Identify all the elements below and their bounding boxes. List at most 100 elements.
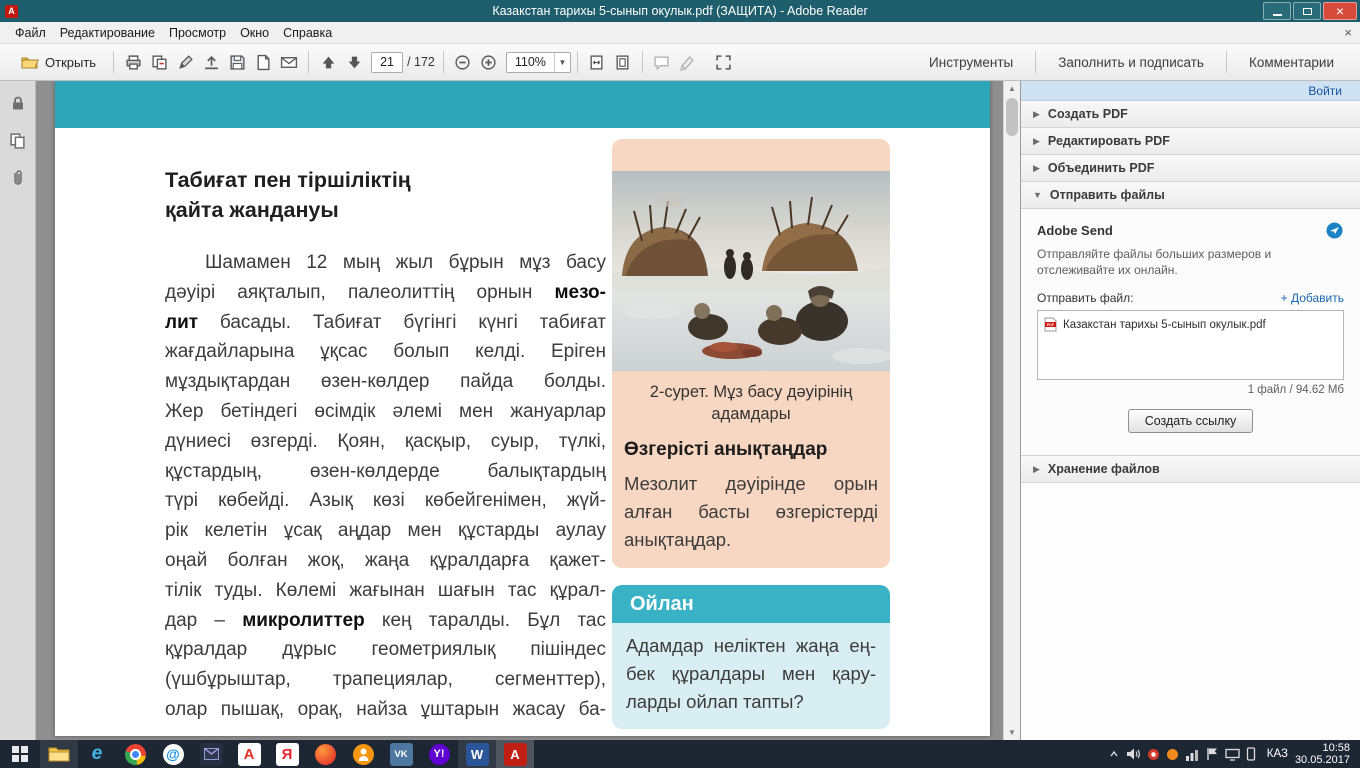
- arrow-down-icon: [346, 54, 363, 71]
- scroll-up-arrow[interactable]: ▲: [1004, 81, 1020, 96]
- taskbar-vk[interactable]: VK: [382, 740, 420, 768]
- taskbar-odnoklassniki[interactable]: [344, 740, 382, 768]
- adobe-send-title: Adobe Send: [1037, 223, 1113, 238]
- pen-icon: [177, 54, 194, 71]
- taskbar-mail-ru-agent[interactable]: @: [154, 740, 192, 768]
- acrobat-reader-icon: A: [504, 743, 527, 766]
- open-button[interactable]: Открыть: [10, 49, 107, 76]
- save-button[interactable]: [224, 49, 250, 76]
- document-icon: [255, 54, 272, 71]
- chevron-right-icon: ▶: [1033, 109, 1040, 120]
- highlighter-icon: [679, 54, 696, 71]
- previous-page-button[interactable]: [315, 49, 341, 76]
- section-send-files[interactable]: ▼ Отправить файлы: [1021, 182, 1360, 209]
- scroll-down-arrow[interactable]: ▼: [1004, 725, 1020, 740]
- zoom-level-value: 110%: [507, 55, 554, 69]
- fill-and-sign-button[interactable]: Заполнить и подписать: [1042, 49, 1220, 76]
- taskbar-amigo-browser[interactable]: А: [230, 740, 268, 768]
- taskbar-internet-explorer[interactable]: e: [78, 740, 116, 768]
- taskbar-opera[interactable]: [306, 740, 344, 768]
- file-list-item[interactable]: PDF Казакстан тарихы 5-сынып окулык.pdf: [1044, 317, 1337, 332]
- tools-button[interactable]: Инструменты: [913, 49, 1029, 76]
- volume-icon[interactable]: [1126, 747, 1141, 761]
- network-signal-icon[interactable]: [1185, 748, 1200, 761]
- close-button[interactable]: ×: [1323, 2, 1357, 20]
- taskbar-chrome[interactable]: [116, 740, 154, 768]
- attachments-button[interactable]: [250, 49, 276, 76]
- toolbar-separator: [1226, 51, 1227, 73]
- vertical-scrollbar[interactable]: ▲ ▼: [1003, 81, 1020, 740]
- taskbar-yahoo[interactable]: Y!: [420, 740, 458, 768]
- toolbar-separator: [308, 51, 309, 73]
- page-thumbnails-icon[interactable]: [9, 132, 26, 149]
- menu-view[interactable]: Просмотр: [162, 24, 233, 42]
- comments-button[interactable]: Комментарии: [1233, 49, 1350, 76]
- task-heading: Өзгерісті анықтаңдар: [624, 439, 878, 461]
- create-link-button[interactable]: Создать ссылку: [1128, 409, 1254, 433]
- menu-edit[interactable]: Редактирование: [53, 24, 162, 42]
- menubar-close-icon[interactable]: ×: [1344, 25, 1352, 40]
- page-total-label: / 172: [407, 55, 435, 69]
- sign-in-link[interactable]: Войти: [1308, 84, 1342, 98]
- action-center-flag-icon[interactable]: [1206, 747, 1219, 761]
- attachments-paperclip-icon[interactable]: [10, 169, 26, 187]
- menu-help[interactable]: Справка: [276, 24, 339, 42]
- email-button[interactable]: [276, 49, 302, 76]
- updater-tray-icon[interactable]: [1166, 748, 1179, 761]
- language-indicator[interactable]: КАЗ: [1260, 748, 1295, 760]
- taskbar-file-explorer[interactable]: [40, 740, 78, 768]
- zoom-out-button[interactable]: [450, 49, 476, 76]
- taskbar: e @ А Я VK Y! W A: [0, 740, 1360, 768]
- file-explorer-icon: [48, 745, 70, 763]
- section-label: Редактировать PDF: [1048, 134, 1170, 148]
- antivirus-tray-icon[interactable]: [1147, 748, 1160, 761]
- taskbar-mail-client[interactable]: [192, 740, 230, 768]
- section-combine-pdf[interactable]: ▶ Объединить PDF: [1021, 155, 1360, 182]
- zoom-level-select[interactable]: 110% ▼: [506, 52, 571, 73]
- taskbar-acrobat-reader[interactable]: A: [496, 740, 534, 768]
- chevron-down-icon[interactable]: ▼: [554, 53, 570, 72]
- section-create-pdf[interactable]: ▶ Создать PDF: [1021, 101, 1360, 128]
- zoom-in-button[interactable]: [476, 49, 502, 76]
- speech-bubble-icon: [653, 54, 670, 71]
- fit-page-button[interactable]: [610, 49, 636, 76]
- minimize-button[interactable]: [1263, 2, 1291, 20]
- section-edit-pdf[interactable]: ▶ Редактировать PDF: [1021, 128, 1360, 155]
- task-text: Мезолит дәуірінде орыналған басты өзгері…: [624, 470, 878, 554]
- section-label: Создать PDF: [1048, 107, 1128, 121]
- page-number-input[interactable]: [371, 52, 403, 73]
- sign-button[interactable]: [172, 49, 198, 76]
- window-title: Казакстан тарихы 5-сынып окулык.pdf (ЗАЩ…: [0, 4, 1360, 18]
- taskbar-clock[interactable]: 10:58 30.05.2017: [1295, 740, 1360, 768]
- menu-window[interactable]: Окно: [233, 24, 276, 42]
- figure-task-box: 2-сурет. Мұз басу дәуірініңадамдары Өзге…: [612, 139, 890, 568]
- chevron-right-icon: ▶: [1033, 136, 1040, 147]
- phone-tray-icon[interactable]: [1246, 747, 1256, 761]
- display-tray-icon[interactable]: [1225, 748, 1240, 761]
- copy-document-icon: [151, 54, 168, 71]
- next-page-button[interactable]: [341, 49, 367, 76]
- taskbar-word[interactable]: W: [458, 740, 496, 768]
- toolbar-separator: [443, 51, 444, 73]
- taskbar-yandex-browser[interactable]: Я: [268, 740, 306, 768]
- security-lock-icon[interactable]: [10, 95, 26, 112]
- chevron-right-icon: ▶: [1033, 464, 1040, 475]
- add-file-link[interactable]: + Добавить: [1281, 291, 1344, 305]
- print-button[interactable]: [120, 49, 146, 76]
- system-tray: [1104, 740, 1260, 768]
- fullscreen-button[interactable]: [711, 49, 737, 76]
- maximize-button[interactable]: [1293, 2, 1321, 20]
- menu-file[interactable]: Файл: [8, 24, 53, 42]
- file-list-box[interactable]: PDF Казакстан тарихы 5-сынып окулык.pdf: [1037, 310, 1344, 380]
- section-file-storage[interactable]: ▶ Хранение файлов: [1021, 456, 1360, 483]
- document-canvas[interactable]: Табиғат пен тіршіліктіңқайта жандануы Ша…: [36, 81, 1003, 740]
- share-button[interactable]: [198, 49, 224, 76]
- scrollbar-thumb[interactable]: [1006, 98, 1018, 136]
- highlight-tool-button[interactable]: [675, 49, 701, 76]
- fit-width-button[interactable]: [584, 49, 610, 76]
- hidden-icons-chevron-icon[interactable]: [1108, 748, 1120, 760]
- comment-tool-button[interactable]: [649, 49, 675, 76]
- save-copy-button[interactable]: [146, 49, 172, 76]
- minus-circle-icon: [454, 54, 471, 71]
- start-button[interactable]: [0, 740, 40, 768]
